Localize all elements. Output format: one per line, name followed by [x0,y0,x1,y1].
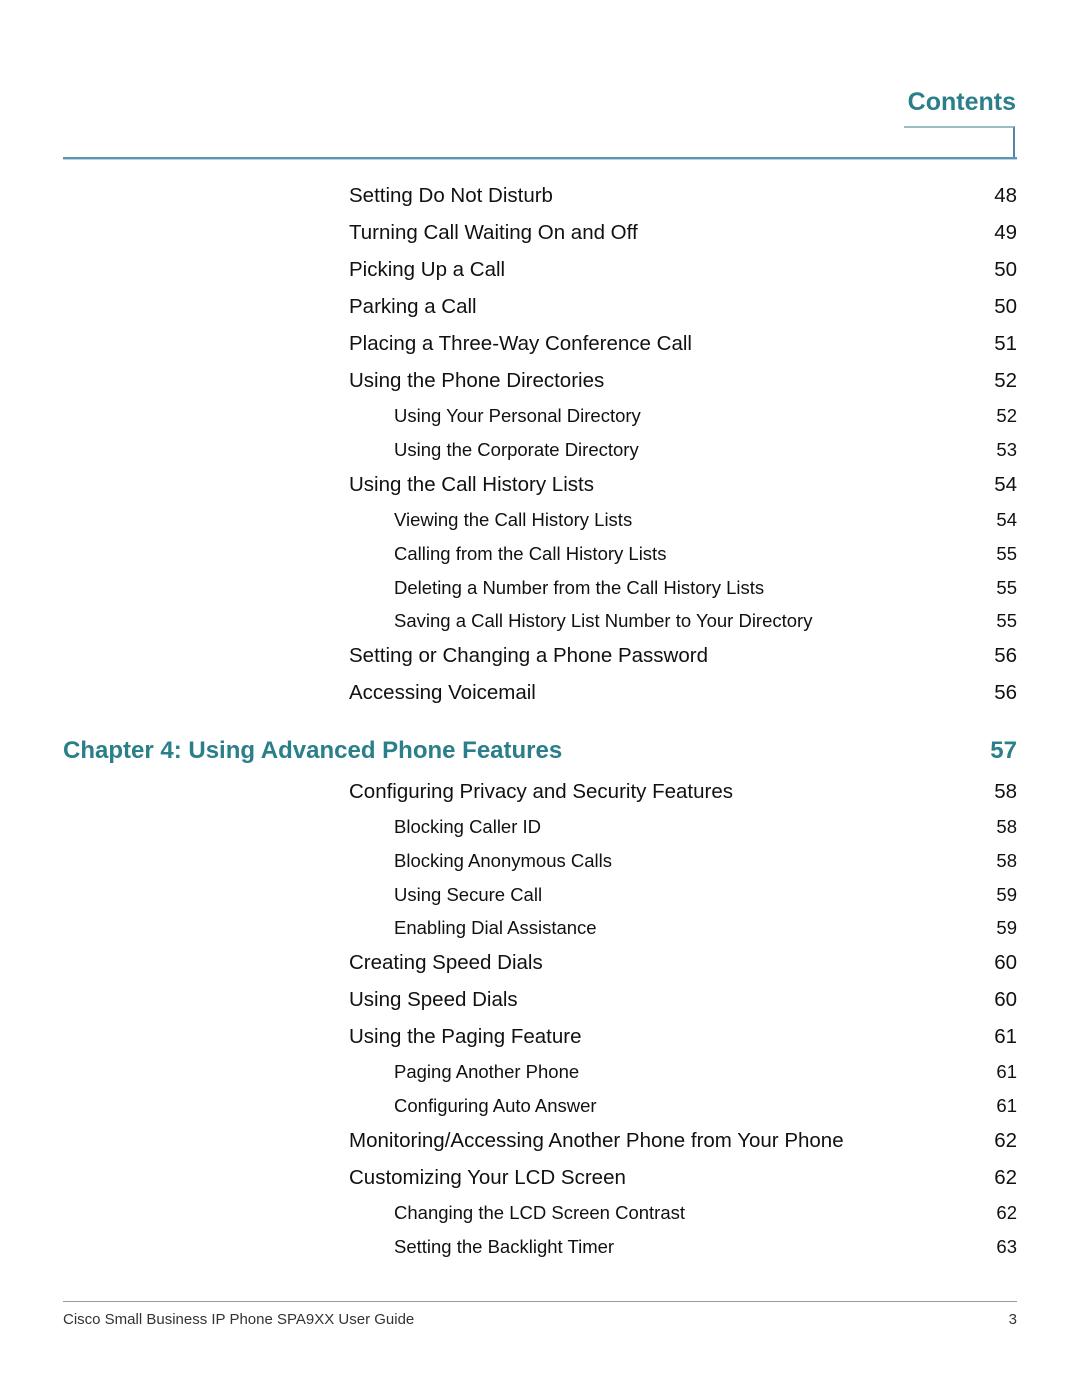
header-divider [63,157,1017,160]
toc-entry-page: 56 [994,644,1017,667]
toc-entry-page: 59 [996,917,1017,938]
toc-entry-title: Using Speed Dials [349,988,518,1011]
toc-entry-page: 59 [996,884,1017,905]
toc-entry-title: Parking a Call [349,295,477,318]
toc-entry-page: 61 [996,1061,1017,1082]
toc-entry-page: 51 [994,332,1017,355]
toc-entry-title: Configuring Privacy and Security Feature… [349,780,733,803]
toc-entry-title: Changing the LCD Screen Contrast [394,1202,686,1223]
toc-entry-page: 61 [994,1025,1017,1048]
footer-divider [63,1301,1017,1302]
toc-subentry[interactable]: Configuring Auto Answer 61 [394,1095,1017,1117]
toc-entry-page: 58 [996,816,1017,837]
toc-entry-page: 52 [996,405,1017,426]
toc-entry-page: 55 [996,577,1017,598]
toc-entry-title: Saving a Call History List Number to You… [394,610,813,631]
toc-entry-page: 60 [994,951,1017,974]
toc-entry-title: Configuring Auto Answer [394,1095,597,1116]
toc-entry[interactable]: Placing a Three-Way Conference Call 51 [349,332,1017,356]
toc-subentry[interactable]: Using Your Personal Directory 52 [394,405,1017,427]
toc-entry-title: Using Your Personal Directory [394,405,641,426]
toc-entry-page: 50 [994,258,1017,281]
toc-entry[interactable]: Creating Speed Dials 60 [349,951,1017,975]
toc-entry-title: Deleting a Number from the Call History … [394,577,765,598]
toc-entry[interactable]: Accessing Voicemail 56 [349,681,1017,705]
toc-entry-page: 62 [994,1129,1017,1152]
toc-entry-title: Paging Another Phone [394,1061,580,1082]
toc-entry-title: Blocking Caller ID [394,816,542,837]
toc-subentry[interactable]: Blocking Anonymous Calls 58 [394,850,1017,872]
toc-entry-title: Placing a Three-Way Conference Call [349,332,692,355]
toc-subentry[interactable]: Saving a Call History List Number to You… [394,610,1017,632]
toc-entry-page: 58 [994,780,1017,803]
toc-entry-page: 48 [994,184,1017,207]
toc-entry-title: Setting or Changing a Phone Password [349,644,708,667]
toc-entry-title: Setting the Backlight Timer [394,1236,615,1257]
toc-entry[interactable]: Monitoring/Accessing Another Phone from … [349,1129,1017,1153]
toc-entry-title: Using Secure Call [394,884,543,905]
toc-entry-title: Turning Call Waiting On and Off [349,221,638,244]
toc-entry[interactable]: Customizing Your LCD Screen 62 [349,1166,1017,1190]
toc-entry-title: Blocking Anonymous Calls [394,850,612,871]
toc-entry[interactable]: Configuring Privacy and Security Feature… [349,780,1017,804]
chapter-title: Chapter 4: Using Advanced Phone Features [63,737,563,764]
toc-entry[interactable]: Picking Up a Call 50 [349,258,1017,282]
toc-entry-page: 55 [996,610,1017,631]
toc-entry-title: Using the Paging Feature [349,1025,582,1048]
toc-entry-title: Using the Phone Directories [349,369,605,392]
toc-subentry[interactable]: Enabling Dial Assistance 59 [394,917,1017,939]
toc-entry-title: Picking Up a Call [349,258,506,281]
toc-entry-title: Using the Call History Lists [349,473,594,496]
toc-entry-page: 63 [996,1236,1017,1257]
toc-entry-page: 56 [994,681,1017,704]
toc-entry-page: 62 [996,1202,1017,1223]
toc-entry-page: 52 [994,369,1017,392]
toc-entry-page: 53 [996,439,1017,460]
toc-subentry[interactable]: Using the Corporate Directory 53 [394,439,1017,461]
toc-entry-page: 62 [994,1166,1017,1189]
toc-entry-page: 58 [996,850,1017,871]
chapter-page: 57 [990,737,1017,764]
toc-entry-title: Monitoring/Accessing Another Phone from … [349,1129,844,1152]
footer-page-number: 3 [1008,1311,1017,1328]
toc-entry-page: 61 [996,1095,1017,1116]
toc-entry[interactable]: Using the Paging Feature 61 [349,1025,1017,1049]
toc-entry[interactable]: Turning Call Waiting On and Off 49 [349,221,1017,245]
toc-subentry[interactable]: Setting the Backlight Timer 63 [394,1236,1017,1258]
toc-entry-title: Creating Speed Dials [349,951,543,974]
header-decoration [904,126,1015,157]
toc-subentry[interactable]: Using Secure Call 59 [394,884,1017,906]
toc-entry-title: Accessing Voicemail [349,681,536,704]
toc-entry[interactable]: Parking a Call 50 [349,295,1017,319]
toc-entry-page: 50 [994,295,1017,318]
toc-entry[interactable]: Setting or Changing a Phone Password 56 [349,644,1017,668]
toc-entry-page: 60 [994,988,1017,1011]
footer-title: Cisco Small Business IP Phone SPA9XX Use… [63,1311,415,1328]
toc-entry-title: Customizing Your LCD Screen [349,1166,626,1189]
toc-entry[interactable]: Using the Phone Directories 52 [349,369,1017,393]
toc-entry[interactable]: Using the Call History Lists 54 [349,473,1017,497]
toc-entry[interactable]: Setting Do Not Disturb 48 [349,184,1017,208]
toc-entry-page: 54 [996,509,1017,530]
toc-entry-title: Using the Corporate Directory [394,439,639,460]
toc-entry-title: Calling from the Call History Lists [394,543,667,564]
toc-subentry[interactable]: Paging Another Phone 61 [394,1061,1017,1083]
toc-entry-page: 49 [994,221,1017,244]
toc-subentry[interactable]: Viewing the Call History Lists 54 [394,509,1017,531]
toc-subentry[interactable]: Blocking Caller ID 58 [394,816,1017,838]
toc-subentry[interactable]: Calling from the Call History Lists 55 [394,543,1017,565]
toc-entry-page: 54 [994,473,1017,496]
toc-entry[interactable]: Using Speed Dials 60 [349,988,1017,1012]
toc-entry-title: Viewing the Call History Lists [394,509,633,530]
page-title: Contents [907,88,1016,116]
toc-subentry[interactable]: Deleting a Number from the Call History … [394,577,1017,599]
toc-entry-title: Setting Do Not Disturb [349,184,553,207]
toc-entry-page: 55 [996,543,1017,564]
toc-subentry[interactable]: Changing the LCD Screen Contrast 62 [394,1202,1017,1224]
toc-entry-title: Enabling Dial Assistance [394,917,597,938]
chapter-heading[interactable]: Chapter 4: Using Advanced Phone Features… [63,737,1017,765]
